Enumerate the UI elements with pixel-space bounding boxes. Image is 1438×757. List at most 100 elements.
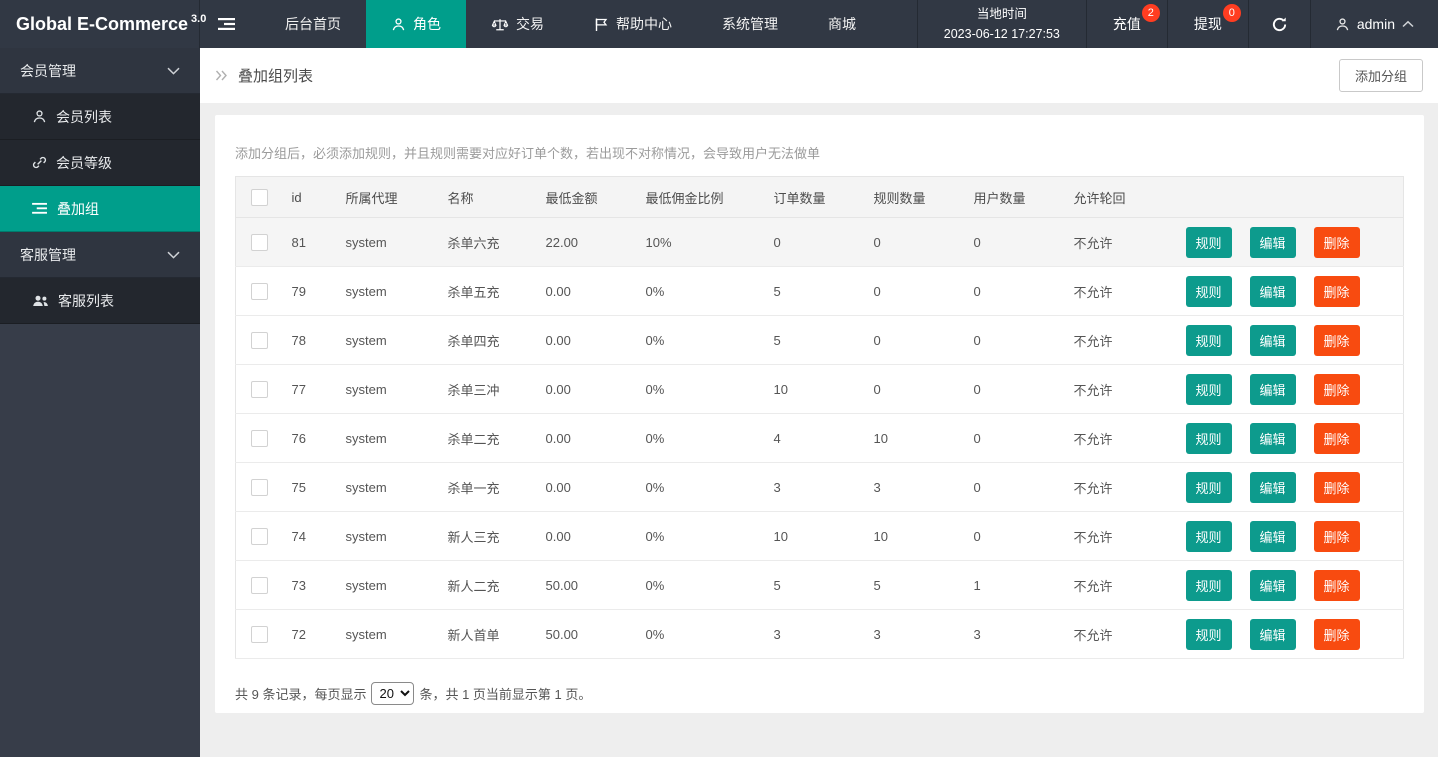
cell-agent: system (338, 561, 440, 610)
group-table-body: 81system杀单六充22.0010%000不允许规则编辑删除79system… (236, 218, 1404, 659)
nav-item-roles[interactable]: 角色 (366, 0, 466, 48)
del-button[interactable]: 删除 (1314, 619, 1360, 650)
user-menu[interactable]: admin (1310, 0, 1438, 48)
add-group-button[interactable]: 添加分组 (1339, 59, 1423, 92)
del-button[interactable]: 删除 (1314, 276, 1360, 307)
sidebar-toggle-button[interactable] (200, 0, 260, 48)
rule-button[interactable]: 规则 (1186, 619, 1232, 650)
cell-rules: 10 (866, 512, 966, 561)
cell-min_commission: 0% (638, 561, 766, 610)
edit-button[interactable]: 编辑 (1250, 276, 1296, 307)
del-button[interactable]: 删除 (1314, 472, 1360, 503)
row-checkbox[interactable] (251, 381, 268, 398)
sidebar-section-service-management[interactable]: 客服管理 (0, 232, 200, 278)
nav-item-label: 后台首页 (285, 14, 341, 34)
column-header: 订单数量 (766, 177, 866, 218)
rule-button[interactable]: 规则 (1186, 423, 1232, 454)
column-header: 最低佣金比例 (638, 177, 766, 218)
rule-button[interactable]: 规则 (1186, 325, 1232, 356)
select-all-checkbox[interactable] (251, 189, 268, 206)
sidebar-item-member-list[interactable]: 会员列表 (0, 94, 200, 140)
nav-item-system[interactable]: 系统管理 (697, 0, 803, 48)
del-button[interactable]: 删除 (1314, 227, 1360, 258)
del-button[interactable]: 删除 (1314, 325, 1360, 356)
double-chevron-icon (215, 70, 229, 81)
table-row: 78system杀单四充0.000%500不允许规则编辑删除 (236, 316, 1404, 365)
del-button[interactable]: 删除 (1314, 374, 1360, 405)
cell-agent: system (338, 316, 440, 365)
sidebar-section-member-management[interactable]: 会员管理 (0, 48, 200, 94)
cell-loop: 不允许 (1066, 267, 1174, 316)
rule-button[interactable]: 规则 (1186, 276, 1232, 307)
cell-loop: 不允许 (1066, 512, 1174, 561)
row-checkbox[interactable] (251, 479, 268, 496)
recharge-badge: 2 (1142, 4, 1160, 22)
cell-orders: 4 (766, 414, 866, 463)
local-time-label: 当地时间 (977, 4, 1027, 24)
edit-button[interactable]: 编辑 (1250, 374, 1296, 405)
withdraw-button[interactable]: 提现 0 (1167, 0, 1248, 48)
refresh-button[interactable] (1248, 0, 1310, 48)
edit-button[interactable]: 编辑 (1250, 619, 1296, 650)
cell-loop: 不允许 (1066, 316, 1174, 365)
cell-users: 0 (966, 414, 1066, 463)
table-row: 77system杀单三冲0.000%1000不允许规则编辑删除 (236, 365, 1404, 414)
rule-button[interactable]: 规则 (1186, 227, 1232, 258)
nav-item-trade[interactable]: 交易 (466, 0, 569, 48)
cell-orders: 10 (766, 512, 866, 561)
row-checkbox[interactable] (251, 430, 268, 447)
row-checkbox-cell (236, 512, 284, 561)
row-checkbox[interactable] (251, 528, 268, 545)
edit-button[interactable]: 编辑 (1250, 423, 1296, 454)
rule-button[interactable]: 规则 (1186, 570, 1232, 601)
link-icon (32, 155, 47, 170)
nav-item-label: 角色 (413, 14, 441, 34)
group-table: id所属代理名称最低金额最低佣金比例订单数量规则数量用户数量允许轮回 81sys… (235, 176, 1404, 659)
nav-item-help[interactable]: 帮助中心 (569, 0, 697, 48)
sidebar-item-stack-group[interactable]: 叠加组 (0, 186, 200, 232)
row-checkbox[interactable] (251, 283, 268, 300)
rule-button[interactable]: 规则 (1186, 521, 1232, 552)
del-button[interactable]: 删除 (1314, 570, 1360, 601)
del-button[interactable]: 删除 (1314, 521, 1360, 552)
refresh-icon (1271, 16, 1288, 33)
cell-agent: system (338, 463, 440, 512)
row-checkbox[interactable] (251, 332, 268, 349)
edit-button[interactable]: 编辑 (1250, 227, 1296, 258)
row-checkbox[interactable] (251, 234, 268, 251)
row-checkbox[interactable] (251, 577, 268, 594)
cell-id: 81 (284, 218, 338, 267)
rule-button[interactable]: 规则 (1186, 472, 1232, 503)
del-button[interactable]: 删除 (1314, 423, 1360, 454)
table-row: 72system新人首单50.000%333不允许规则编辑删除 (236, 610, 1404, 659)
cell-users: 0 (966, 218, 1066, 267)
column-header-actions (1174, 177, 1404, 218)
rule-button[interactable]: 规则 (1186, 374, 1232, 405)
edit-button[interactable]: 编辑 (1250, 472, 1296, 503)
recharge-button[interactable]: 充值 2 (1086, 0, 1167, 48)
sidebar-item-member-level[interactable]: 会员等级 (0, 140, 200, 186)
pagination-prefix: 共 9 条记录，每页显示 (235, 684, 366, 703)
row-checkbox[interactable] (251, 626, 268, 643)
cell-name: 杀单五充 (440, 267, 538, 316)
column-header: 名称 (440, 177, 538, 218)
app-title: Global E-Commerce (16, 14, 188, 35)
edit-button[interactable]: 编辑 (1250, 570, 1296, 601)
cell-id: 75 (284, 463, 338, 512)
nav-item-mall[interactable]: 商城 (803, 0, 881, 48)
column-header: 所属代理 (338, 177, 440, 218)
cell-users: 1 (966, 561, 1066, 610)
row-checkbox-cell (236, 561, 284, 610)
app-logo[interactable]: Global E-Commerce3.0 (0, 0, 200, 48)
navbar: Global E-Commerce3.0 后台首页 角色 交易 帮 (0, 0, 1438, 48)
page-size-select[interactable]: 20 (371, 682, 414, 705)
cell-id: 78 (284, 316, 338, 365)
row-checkbox-cell (236, 414, 284, 463)
edit-button[interactable]: 编辑 (1250, 325, 1296, 356)
nav-item-dashboard[interactable]: 后台首页 (260, 0, 366, 48)
cell-min_amount: 22.00 (538, 218, 638, 267)
hint-text: 添加分组后，必须添加规则，并且规则需要对应好订单个数，若出现不对称情况，会导致用… (235, 143, 1404, 162)
sidebar-item-service-list[interactable]: 客服列表 (0, 278, 200, 324)
nav-item-label: 交易 (516, 14, 544, 34)
edit-button[interactable]: 编辑 (1250, 521, 1296, 552)
